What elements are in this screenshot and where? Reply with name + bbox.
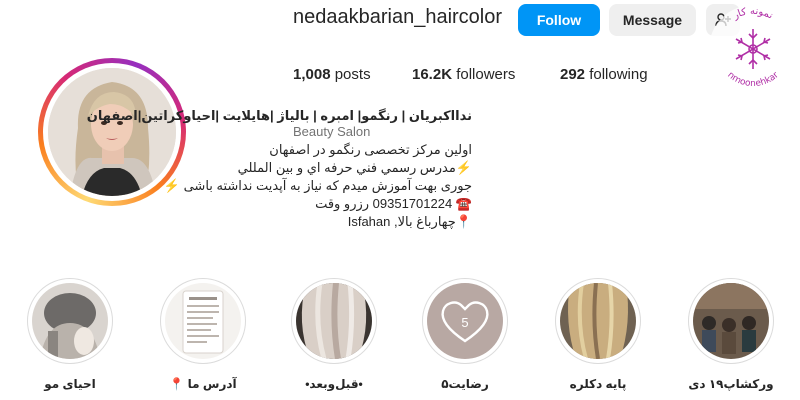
svg-text:5: 5 <box>461 315 468 330</box>
workshop-thumbnail-icon <box>693 283 769 359</box>
bio-line-2: ⚡️مدرس رسمي فني حرفه اي و بين المللي <box>237 160 472 175</box>
avatar-inner <box>43 63 181 201</box>
highlight-ring[interactable] <box>160 278 246 364</box>
bio-name: ندااکبریان | رنگمو| امبره | بالیاژ |هایل… <box>86 108 472 123</box>
highlight-thumbnail <box>693 283 769 359</box>
highlight-item[interactable]: •قبل‌وبعد• <box>289 278 379 391</box>
before-after-hair-thumbnail-icon <box>296 283 372 359</box>
highlight-label: •قبل‌وبعد• <box>305 377 363 391</box>
profile-username: nedaakbarian_haircolor <box>293 6 503 28</box>
blonde-hair-thumbnail-icon <box>560 283 636 359</box>
highlight-label: ورکشاپ۱۹ دی <box>688 377 774 391</box>
posts-label: posts <box>334 66 371 83</box>
heart-five-icon: 5 <box>427 283 503 359</box>
highlight-item[interactable]: آدرس ما 📍 <box>158 278 248 391</box>
highlight-item[interactable]: پایه دکلره <box>553 278 643 391</box>
watermark-logo: نمونه کار nmoonehkar <box>706 2 800 96</box>
highlight-ring[interactable] <box>27 278 113 364</box>
bio-category: Beauty Salon <box>293 124 371 139</box>
highlight-thumbnail <box>165 283 241 359</box>
followers-count: 16.2K <box>412 66 453 83</box>
highlight-item[interactable]: ورکشاپ۱۹ دی <box>686 278 776 391</box>
hair-treatment-thumbnail-icon <box>32 283 108 359</box>
bio-line-4: ☎️ 09351701224 رزرو وقت <box>315 196 472 211</box>
avatar-portrait-icon <box>48 68 176 196</box>
highlight-item[interactable]: 5 رضایت۵ <box>420 278 510 391</box>
highlight-label: آدرس ما 📍 <box>169 377 237 391</box>
highlight-item[interactable]: احیای مو <box>25 278 115 391</box>
followers-stat[interactable]: 16.2K followers <box>412 66 515 83</box>
highlight-thumbnail <box>560 283 636 359</box>
highlight-label: رضایت۵ <box>441 377 489 391</box>
posts-stat: 1,008 posts <box>293 66 371 83</box>
posts-count: 1,008 <box>293 66 331 83</box>
follow-button[interactable]: Follow <box>518 4 600 36</box>
following-count: 292 <box>560 66 586 83</box>
profile-avatar <box>48 68 176 196</box>
highlight-ring[interactable] <box>688 278 774 364</box>
highlight-thumbnail <box>296 283 372 359</box>
highlight-label: پایه دکلره <box>569 377 627 391</box>
following-label: following <box>589 66 648 83</box>
highlight-ring[interactable]: 5 <box>422 278 508 364</box>
story-highlights: احیای مو آدرس ما 📍 <box>0 278 800 400</box>
bio-line-3: جوری بهت آموزش میدم که نیاز به آپدیت ندا… <box>163 178 472 193</box>
highlight-ring[interactable] <box>291 278 377 364</box>
address-card-thumbnail-icon <box>165 283 241 359</box>
message-button[interactable]: Message <box>609 4 696 36</box>
highlight-ring[interactable] <box>555 278 641 364</box>
highlight-label: احیای مو <box>44 377 96 391</box>
bio-line-5: 📍چهارباغ بالا, Isfahan <box>347 214 472 229</box>
highlight-thumbnail: 5 <box>427 283 503 359</box>
following-stat[interactable]: 292 following <box>560 66 648 83</box>
snowflake-logo-icon: نمونه کار nmoonehkar <box>709 5 797 93</box>
followers-label: followers <box>456 66 516 83</box>
highlight-thumbnail <box>32 283 108 359</box>
bio-line-1: اولین مرکز تخصصی رنگمو در اصفهان <box>269 142 472 157</box>
